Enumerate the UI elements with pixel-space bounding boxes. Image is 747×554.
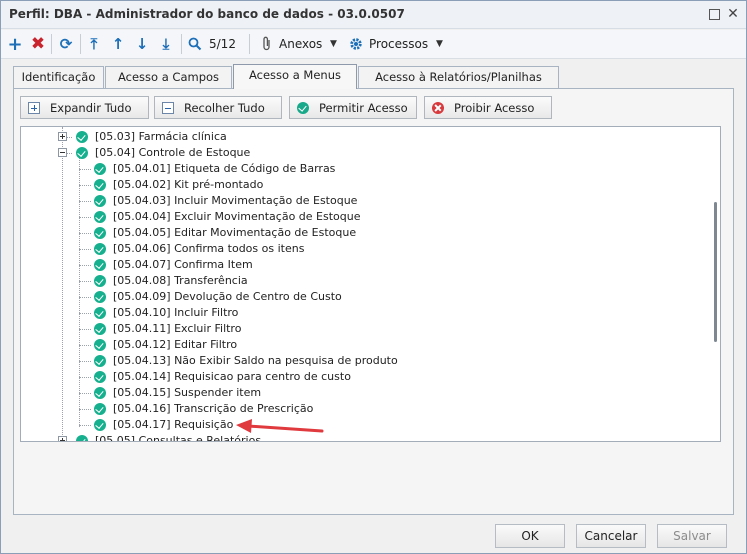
tab-identificacao[interactable]: Identificação [13,66,104,88]
check-circle-icon [76,147,88,159]
cancel-button[interactable]: Cancelar [576,524,646,548]
tab-acesso-menus[interactable]: Acesso a Menus [233,64,357,89]
menu-access-panel: Expandir Tudo Recolher Tudo Permitir Ace… [13,88,734,515]
tree-node[interactable]: [05.04.15] Suspender item [21,385,701,401]
last-record-icon[interactable]: ⤓ [158,34,174,54]
paperclip-icon [259,34,275,54]
expand-tree-icon [28,101,40,114]
check-circle-icon [297,101,309,114]
collapse-icon[interactable] [58,148,67,157]
next-record-icon[interactable]: ↓ [134,34,150,54]
tree-scrollbar[interactable] [710,127,720,441]
first-record-icon[interactable]: ⤒ [86,34,102,54]
expand-icon[interactable] [58,132,67,141]
refresh-icon[interactable]: ⟳ [57,34,75,54]
check-circle-icon [94,211,106,223]
expand-all-button[interactable]: Expandir Tudo [20,96,149,119]
check-circle-icon [76,435,88,441]
tab-bar: Identificação Acesso a Campos Acesso a M… [13,64,733,89]
check-circle-icon [94,259,106,271]
check-circle-icon [94,307,106,319]
tree-node[interactable]: [05.04] Controle de Estoque [21,145,701,161]
save-button[interactable]: Salvar [657,524,727,548]
tree-node[interactable]: [05.04.17] Requisição [21,417,701,433]
processos-menu[interactable]: Processos [369,34,428,54]
check-circle-icon [94,371,106,383]
check-circle-icon [94,291,106,303]
check-circle-icon [94,195,106,207]
collapse-all-button[interactable]: Recolher Tudo [154,96,282,119]
title-bar: Perfil: DBA - Administrador do banco de … [1,1,746,29]
delete-icon[interactable]: ✖ [30,34,46,54]
tree-node[interactable]: [05.04.10] Incluir Filtro [21,305,701,321]
tree-node[interactable]: [05.04.01] Etiqueta de Código de Barras [21,161,701,177]
check-circle-icon [94,163,106,175]
check-circle-icon [94,419,106,431]
tree-node[interactable]: [05.04.14] Requisicao para centro de cus… [21,369,701,385]
check-circle-icon [76,131,88,143]
tree-node[interactable]: [05.04.16] Transcrição de Prescrição [21,401,701,417]
ok-button[interactable]: OK [495,524,565,548]
tab-acesso-campos[interactable]: Acesso a Campos [105,66,232,88]
tree-node[interactable]: [05.04.02] Kit pré-montado [21,177,701,193]
scrollbar-thumb[interactable] [714,202,717,342]
expand-icon[interactable] [58,436,67,441]
tab-acesso-relatorios[interactable]: Acesso à Relatórios/Planilhas [358,66,559,88]
anexos-menu[interactable]: Anexos [279,34,322,54]
add-icon[interactable]: + [7,34,23,55]
tree-node[interactable]: [05.04.12] Editar Filtro [21,337,701,353]
profile-window: Perfil: DBA - Administrador do banco de … [0,0,747,554]
tree-node[interactable]: [05.04.11] Excluir Filtro [21,321,701,337]
tree-node[interactable]: [05.04.09] Devolução de Centro de Custo [21,289,701,305]
check-circle-icon [94,243,106,255]
check-circle-icon [94,387,106,399]
record-counter: 5/12 [209,37,236,51]
chevron-down-icon[interactable]: ▼ [436,34,443,54]
check-circle-icon [94,339,106,351]
tree-node[interactable]: [05.04.08] Transferência [21,273,701,289]
previous-record-icon[interactable]: ↑ [110,34,126,54]
tree-node[interactable]: [05.04.13] Não Exibir Saldo na pesquisa … [21,353,701,369]
window-title: Perfil: DBA - Administrador do banco de … [9,7,405,21]
check-circle-icon [94,323,106,335]
check-circle-icon [94,275,106,287]
search-icon[interactable] [187,34,203,54]
check-circle-icon [94,227,106,239]
x-circle-icon [432,101,444,114]
tree-node[interactable]: [05.04.06] Confirma todos os itens [21,241,701,257]
tree-node[interactable]: [05.04.07] Confirma Item [21,257,701,273]
deny-access-button[interactable]: Proibir Acesso [424,96,552,119]
tree-node[interactable]: [05.05] Consultas e Relatórios [21,433,701,441]
check-circle-icon [94,179,106,191]
toolbar: + ✖ ⟳ ⤒ ↑ ↓ ⤓ 5/12 Anexos ▼ Processos ▼ [1,30,746,59]
maximize-button[interactable] [707,7,721,21]
collapse-tree-icon [162,101,174,114]
check-circle-icon [94,403,106,415]
tree-node[interactable]: [05.04.04] Excluir Movimentação de Estoq… [21,209,701,225]
check-circle-icon [94,355,106,367]
gear-icon [348,34,364,54]
allow-access-button[interactable]: Permitir Acesso [289,96,417,119]
tree-node[interactable]: [05.03] Farmácia clínica [21,129,701,145]
menu-tree: [05.03] Farmácia clínica [05.04] Control… [20,126,721,442]
chevron-down-icon[interactable]: ▼ [330,34,337,54]
tree-node[interactable]: [05.04.03] Incluir Movimentação de Estoq… [21,193,701,209]
annotation-arrow-icon [236,419,324,433]
tree-node[interactable]: [05.04.05] Editar Movimentação de Estoqu… [21,225,701,241]
close-button[interactable]: ✕ [726,7,740,21]
